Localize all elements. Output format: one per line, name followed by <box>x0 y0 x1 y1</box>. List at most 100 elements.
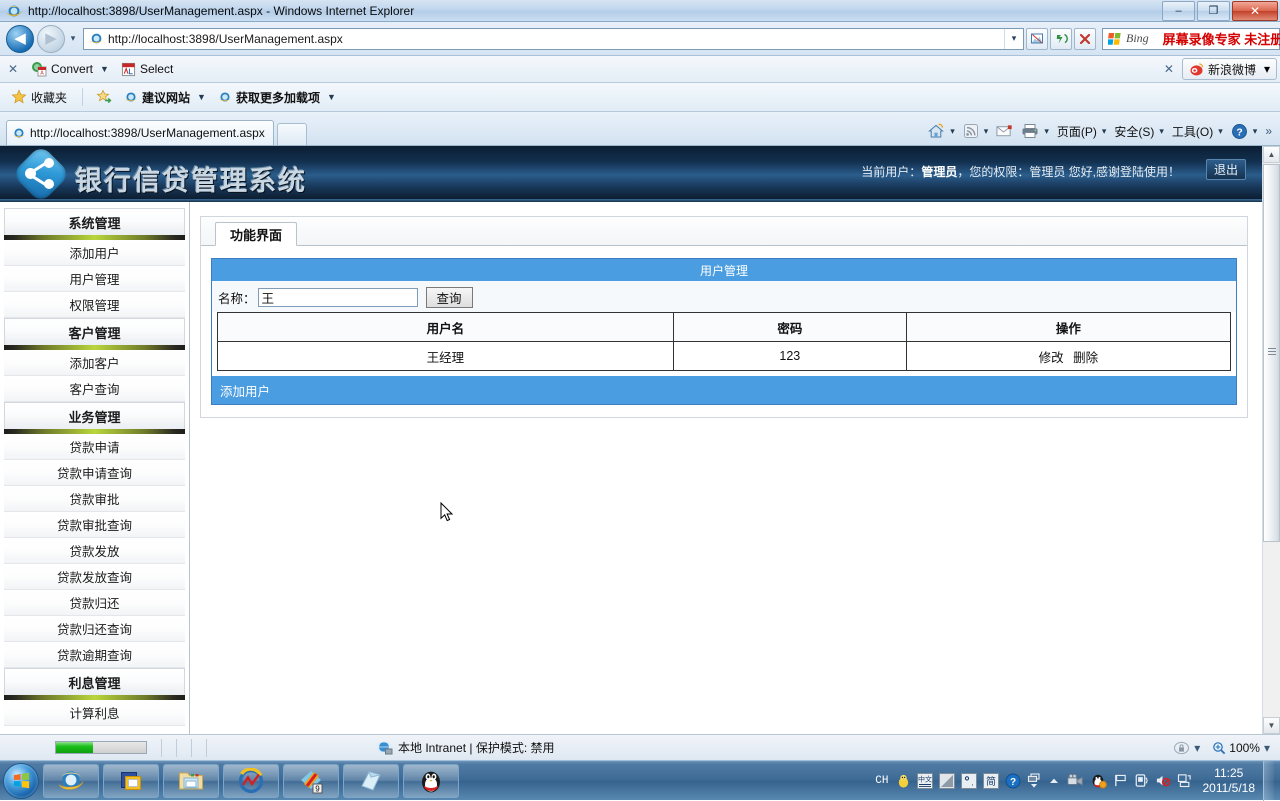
taskbar-item-window-app[interactable] <box>103 763 159 798</box>
compatibility-view-button[interactable] <box>1026 27 1048 50</box>
page-menu-caret-icon[interactable]: ▾ <box>1102 126 1107 137</box>
browser-tab[interactable]: http://localhost:3898/UserManagement.asp… <box>6 120 274 145</box>
taskbar-item-notepad-app[interactable] <box>343 763 399 798</box>
weibo-caret-icon[interactable]: ▾ <box>1264 62 1270 76</box>
new-tab-button[interactable] <box>276 123 307 145</box>
sidebar-item-loan-repayment[interactable]: 贷款归还 <box>4 590 185 616</box>
display-icon[interactable] <box>1177 773 1192 788</box>
get-more-addons-caret-icon[interactable]: ▼ <box>327 92 336 102</box>
add-to-favorites-bar-button[interactable] <box>91 87 117 108</box>
feeds-caret-icon[interactable]: ▾ <box>984 126 989 137</box>
taskbar-item-file-explorer[interactable] <box>163 763 219 798</box>
name-filter-input[interactable] <box>257 288 418 307</box>
help-caret-icon[interactable]: ▾ <box>1253 126 1258 137</box>
sidebar-item-add-user[interactable]: 添加用户 <box>4 240 185 266</box>
address-bar[interactable]: http://localhost:3898/UserManagement.asp… <box>83 27 1024 50</box>
add-user-link[interactable]: 添加用户 <box>220 381 270 400</box>
scrollbar-thumb[interactable] <box>1263 164 1280 542</box>
input-language-indicator[interactable]: CH <box>875 775 888 787</box>
start-button[interactable] <box>3 762 39 799</box>
flag-action-center-icon[interactable] <box>1113 773 1128 788</box>
scroll-up-button[interactable]: ▲ <box>1263 146 1280 163</box>
sidebar-item-loan-disbursement[interactable]: 贷款发放 <box>4 538 185 564</box>
sidebar-item-loan-disbursement-query[interactable]: 贷款发放查询 <box>4 564 185 590</box>
sidebar-item-user-management[interactable]: 用户管理 <box>4 266 185 292</box>
zoom-caret-icon[interactable]: ▾ <box>1260 741 1274 755</box>
chick-icon[interactable] <box>896 773 911 789</box>
back-button[interactable]: ◀ <box>6 24 34 53</box>
delete-link[interactable]: 删除 <box>1073 351 1098 365</box>
ime-punct-icon[interactable]: , <box>960 772 977 789</box>
ime-chinese-icon[interactable]: 中文 <box>916 772 933 789</box>
help-icon[interactable]: ? <box>1005 773 1021 789</box>
tab-function-interface[interactable]: 功能界面 <box>215 222 298 246</box>
close-button[interactable]: ✕ <box>1232 1 1278 21</box>
forward-button[interactable]: ▶ <box>37 24 65 53</box>
help-menu[interactable]: ? ▾ <box>1227 120 1262 142</box>
address-dropdown-icon[interactable]: ▾ <box>1004 28 1023 49</box>
sidebar-item-loan-approval-query[interactable]: 贷款审批查询 <box>4 512 185 538</box>
sidebar-item-loan-approval[interactable]: 贷款审批 <box>4 486 185 512</box>
refresh-button[interactable] <box>1050 27 1072 50</box>
recent-pages-dropdown[interactable]: ▾ <box>67 33 79 44</box>
feeds-button[interactable]: ▾ <box>959 120 993 142</box>
get-more-addons-button[interactable]: 获取更多加载项 ▼ <box>213 87 341 108</box>
qq-tray-icon[interactable] <box>1091 773 1107 789</box>
security-zone-indicator[interactable]: 本地 Intranet | 保护模式: 禁用 <box>377 739 554 756</box>
zoom-control[interactable]: 100% ▾ <box>1212 741 1274 755</box>
sidebar-item-loan-repayment-query[interactable]: 贷款归还查询 <box>4 616 185 642</box>
home-button[interactable]: ▾ <box>923 120 959 142</box>
safety-menu[interactable]: 安全(S) ▾ <box>1110 120 1168 142</box>
privacy-caret-icon[interactable]: ▾ <box>1190 741 1204 755</box>
weibo-button[interactable]: 新浪微博 ▾ <box>1181 58 1277 80</box>
command-bar-overflow-icon[interactable]: » <box>1261 124 1276 138</box>
sidebar-item-loan-application-query[interactable]: 贷款申请查询 <box>4 460 185 486</box>
sidebar-item-calculate-interest[interactable]: 计算利息 <box>4 700 185 726</box>
sidebar-item-loan-application[interactable]: 贷款申请 <box>4 434 185 460</box>
screen-recorder-icon[interactable] <box>1066 773 1085 789</box>
tools-menu-caret-icon[interactable]: ▾ <box>1218 126 1223 137</box>
address-input[interactable]: http://localhost:3898/UserManagement.asp… <box>108 32 1004 46</box>
convert-caret-icon[interactable]: ▼ <box>100 64 109 74</box>
show-desktop-button[interactable] <box>1263 760 1274 801</box>
print-button[interactable]: ▾ <box>1017 120 1053 142</box>
taskbar-item-qq[interactable] <box>403 763 459 798</box>
weibo-toolbar-close-button[interactable]: ✕ <box>1156 62 1182 76</box>
page-vertical-scrollbar[interactable]: ▲ ▼ <box>1262 146 1280 734</box>
page-menu[interactable]: 页面(P) ▾ <box>1053 120 1111 142</box>
sidebar-item-customer-query[interactable]: 客户查询 <box>4 376 185 402</box>
scroll-down-button[interactable]: ▼ <box>1263 717 1280 734</box>
privacy-indicator[interactable]: ▾ <box>1173 740 1204 756</box>
taskbar-item-internet-explorer[interactable] <box>43 763 99 798</box>
tools-menu[interactable]: 工具(O) ▾ <box>1168 120 1227 142</box>
logout-button[interactable]: 退出 <box>1206 159 1246 180</box>
search-button[interactable]: 查询 <box>425 287 473 308</box>
suggested-sites-button[interactable]: 建议网站 ▼ <box>119 87 211 108</box>
sidebar-item-permission-management[interactable]: 权限管理 <box>4 292 185 318</box>
suggested-sites-caret-icon[interactable]: ▼ <box>197 92 206 102</box>
network-icon[interactable] <box>1134 773 1149 788</box>
show-hidden-icons-icon[interactable] <box>1047 774 1061 788</box>
restore-button[interactable]: ❐ <box>1197 1 1230 21</box>
edit-link[interactable]: 修改 <box>1039 351 1064 365</box>
taskbar-item-editor-app[interactable]: 9 <box>283 763 339 798</box>
ime-simplified-icon[interactable]: 简 <box>982 772 999 789</box>
sidebar-item-loan-overdue-query[interactable]: 贷款逾期查询 <box>4 642 185 668</box>
ime-toolbar-icon[interactable] <box>1027 772 1041 789</box>
sidebar-item-add-customer[interactable]: 添加客户 <box>4 350 185 376</box>
read-mail-button[interactable] <box>992 120 1017 142</box>
stop-button[interactable] <box>1074 27 1096 50</box>
taskbar-item-media-chart[interactable] <box>223 763 279 798</box>
select-button[interactable]: Select <box>116 59 178 80</box>
ime-mode-icon[interactable] <box>938 772 955 789</box>
minimize-button[interactable]: – <box>1162 1 1195 21</box>
favorites-center-button[interactable]: 收藏夹 <box>6 87 72 108</box>
taskbar-clock[interactable]: 11:25 2011/5/18 <box>1203 766 1256 796</box>
volume-muted-icon[interactable] <box>1155 773 1171 788</box>
toolbar-close-button[interactable]: ✕ <box>0 62 26 76</box>
safety-menu-caret-icon[interactable]: ▾ <box>1159 126 1164 137</box>
home-caret-icon[interactable]: ▾ <box>950 126 955 137</box>
convert-button[interactable]: A Convert ▼ <box>26 59 114 80</box>
print-caret-icon[interactable]: ▾ <box>1044 126 1049 137</box>
search-box[interactable]: Bing 屏幕录像专家 未注册 🔍 ▾ <box>1102 27 1280 50</box>
